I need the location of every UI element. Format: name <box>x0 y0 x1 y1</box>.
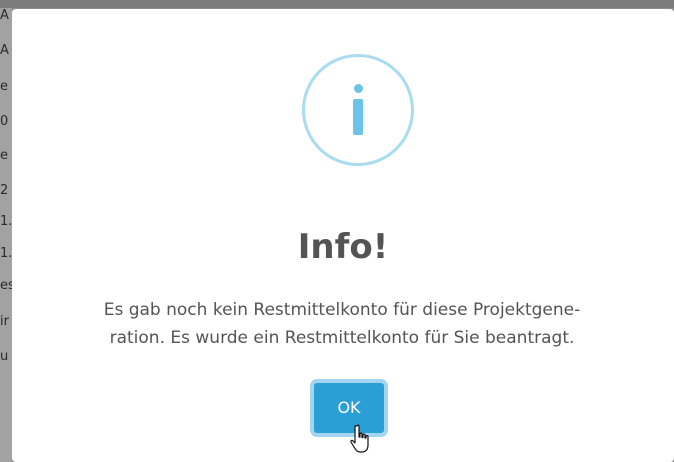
background-text: u <box>0 349 9 364</box>
dialog-message-line: ration. Es wurde ein Restmittelkonto für… <box>109 328 575 348</box>
info-dialog: Info! Es gab noch kein Restmittelkonto f… <box>12 9 674 462</box>
background-text: 2 <box>0 183 9 198</box>
dialog-message: Es gab noch kein Restmittelkonto für die… <box>42 296 642 352</box>
dialog-title: Info! <box>297 227 389 267</box>
background-text: A <box>0 8 9 23</box>
background-text: 1. <box>0 246 12 261</box>
background-text: es <box>0 278 12 293</box>
background-text: e <box>0 148 8 163</box>
background-page-fragment: A A e 0 e 2 1. 1. es ir u <box>0 8 12 462</box>
dialog-message-line: Es gab noch kein Restmittelkonto für die… <box>103 300 581 320</box>
background-text: 0 <box>0 114 9 129</box>
background-text: A <box>0 43 9 58</box>
background-text: 1. <box>0 214 12 229</box>
info-icon <box>302 54 414 166</box>
hand-pointer-icon <box>350 424 369 453</box>
info-icon-stem <box>353 99 363 135</box>
background-text: ir <box>0 314 9 329</box>
window-top-strip <box>0 0 674 8</box>
background-text: e <box>0 79 8 94</box>
info-icon-dot <box>353 84 363 93</box>
